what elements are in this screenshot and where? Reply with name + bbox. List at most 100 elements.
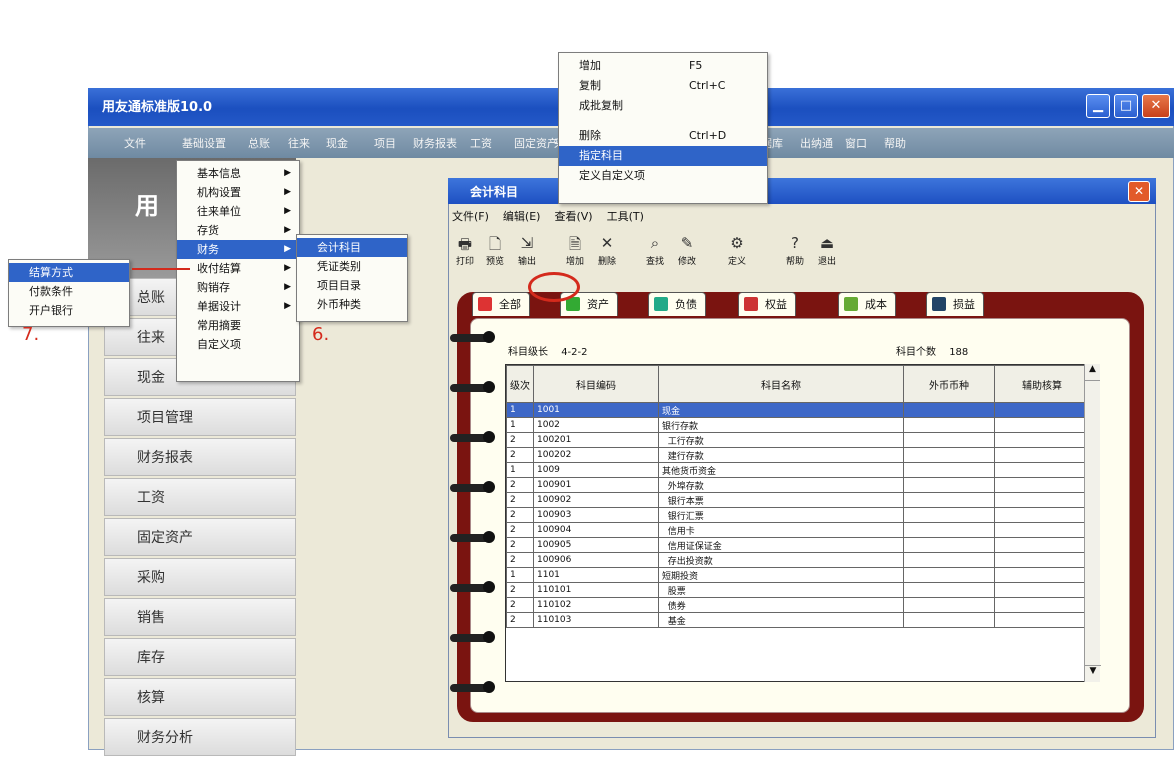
nav-item-7[interactable]: 采购	[104, 558, 296, 596]
settlement-item-2[interactable]: 开户银行	[9, 301, 129, 320]
table-row[interactable]: 2 110102 债券	[506, 597, 1090, 613]
accounts-menu-2[interactable]: 查看(V)	[554, 210, 592, 223]
basic-settings-item-2[interactable]: 往来单位 ▶	[177, 202, 299, 221]
accounts-grid[interactable]: 级次 科目编码 科目名称 外币币种 辅助核算 1 1001 现金 1 1002 银行存款 2 1002…	[505, 364, 1100, 682]
menu-17[interactable]: 帮助	[884, 135, 906, 151]
table-row[interactable]: 1 1001 现金	[506, 402, 1090, 418]
tab-5[interactable]: 损益	[926, 292, 984, 316]
accounts-title-bar	[448, 178, 1156, 204]
menu-0[interactable]: 文件	[124, 135, 146, 151]
column-header[interactable]: 科目编码	[533, 365, 659, 403]
table-row[interactable]: 2 100904 信用卡	[506, 522, 1090, 538]
toolbar-help-button[interactable]: ? 帮助	[780, 234, 810, 274]
tab-3[interactable]: 权益	[738, 292, 796, 316]
nav-item-6[interactable]: 固定资产	[104, 518, 296, 556]
accounts-menu-1[interactable]: 编辑(E)	[503, 210, 541, 223]
cell-code: 100901	[533, 477, 659, 493]
basic-settings-item-3[interactable]: 存货 ▶	[177, 221, 299, 240]
cell-name: 债券	[658, 597, 904, 613]
toolbar-exit-button[interactable]: ⏏ 退出	[812, 234, 842, 274]
settlement-item-1[interactable]: 付款条件	[9, 282, 129, 301]
basic-settings-item-9[interactable]: 自定义项	[177, 335, 299, 354]
table-row[interactable]: 2 100901 外埠存款	[506, 477, 1090, 493]
edit-item-5[interactable]: 定义自定义项	[559, 166, 767, 186]
table-row[interactable]: 2 110101 股票	[506, 582, 1090, 598]
toolbar-delete-button[interactable]: ✕ 删除	[592, 234, 622, 274]
minimize-button[interactable]: ▁	[1086, 94, 1110, 118]
basic-settings-item-1[interactable]: 机构设置 ▶	[177, 183, 299, 202]
cell-code: 100905	[533, 537, 659, 553]
table-row[interactable]: 2 110103 基金	[506, 612, 1090, 628]
tab-0[interactable]: 全部	[472, 292, 530, 316]
edit-item-4[interactable]: 指定科目	[559, 146, 767, 166]
nav-item-8[interactable]: 销售	[104, 598, 296, 636]
toolbar-find-button[interactable]: ⌕ 查找	[640, 234, 670, 274]
finance-item-0[interactable]: 会计科目	[297, 238, 407, 257]
nav-item-11[interactable]: 财务分析	[104, 718, 296, 756]
grid-scrollbar[interactable]: ▲ ▼	[1084, 364, 1101, 682]
nav-item-10[interactable]: 核算	[104, 678, 296, 716]
basic-settings-item-0[interactable]: 基本信息 ▶	[177, 164, 299, 183]
toolbar-export-button[interactable]: ⇲ 输出	[512, 234, 542, 274]
binder-ring	[450, 331, 495, 343]
cell-code: 100201	[533, 432, 659, 448]
cell-currency	[903, 612, 995, 628]
menu-5[interactable]: 项目	[374, 135, 396, 151]
edit-item-0[interactable]: 增加 F5	[559, 56, 767, 76]
scroll-up-icon[interactable]: ▲	[1085, 364, 1100, 381]
column-header[interactable]: 辅助核算	[994, 365, 1090, 403]
nav-item-4[interactable]: 财务报表	[104, 438, 296, 476]
edit-item-3[interactable]: 删除 Ctrl+D	[559, 126, 767, 146]
menu-7[interactable]: 工资	[470, 135, 492, 151]
toolbar-edit-button[interactable]: ✎ 修改	[672, 234, 702, 274]
menu-2[interactable]: 总账	[248, 135, 270, 151]
toolbar-label: 帮助	[785, 257, 804, 267]
maximize-button[interactable]: □	[1114, 94, 1138, 118]
table-row[interactable]: 1 1002 银行存款	[506, 417, 1090, 433]
basic-settings-item-7[interactable]: 单据设计 ▶	[177, 297, 299, 316]
basic-settings-item-6[interactable]: 购销存 ▶	[177, 278, 299, 297]
table-row[interactable]: 2 100201 工行存款	[506, 432, 1090, 448]
accounts-close-button[interactable]: ✕	[1128, 181, 1150, 202]
column-header[interactable]: 外币币种	[903, 365, 995, 403]
menu-1[interactable]: 基础设置	[182, 135, 226, 151]
table-row[interactable]: 1 1101 短期投资	[506, 567, 1090, 583]
finance-item-1[interactable]: 凭证类别	[297, 257, 407, 276]
toolbar-add-button[interactable]: 🗎 增加	[560, 234, 590, 274]
toolbar-print-button[interactable]: 🖶 打印	[450, 234, 480, 274]
table-row[interactable]: 2 100906 存出投资款	[506, 552, 1090, 568]
nav-item-5[interactable]: 工资	[104, 478, 296, 516]
table-row[interactable]: 1 1009 其他货币资金	[506, 462, 1090, 478]
edit-item-2[interactable]: 成批复制	[559, 96, 767, 116]
menu-4[interactable]: 现金	[326, 135, 348, 151]
tab-2[interactable]: 负债	[648, 292, 706, 316]
table-row[interactable]: 2 100903 银行汇票	[506, 507, 1090, 523]
accounts-menu-0[interactable]: 文件(F)	[452, 210, 489, 223]
menu-3[interactable]: 往来	[288, 135, 310, 151]
basic-settings-item-5[interactable]: 收付结算 ▶	[177, 259, 299, 278]
scroll-down-icon[interactable]: ▼	[1085, 665, 1101, 682]
menu-8[interactable]: 固定资产	[514, 135, 558, 151]
column-header[interactable]: 级次	[506, 365, 534, 403]
column-header[interactable]: 科目名称	[658, 365, 904, 403]
nav-item-3[interactable]: 项目管理	[104, 398, 296, 436]
close-button[interactable]: ✕	[1142, 94, 1170, 118]
accounts-menu-3[interactable]: 工具(T)	[607, 210, 644, 223]
finance-item-2[interactable]: 项目目录	[297, 276, 407, 295]
table-row[interactable]: 2 100905 信用证保证金	[506, 537, 1090, 553]
menu-6[interactable]: 财务报表	[413, 135, 457, 151]
basic-settings-item-8[interactable]: 常用摘要	[177, 316, 299, 335]
settlement-item-0[interactable]: 结算方式	[9, 263, 129, 282]
table-row[interactable]: 2 100902 银行本票	[506, 492, 1090, 508]
finance-item-3[interactable]: 外币种类	[297, 295, 407, 314]
menu-16[interactable]: 窗口	[845, 135, 867, 151]
tab-4[interactable]: 成本	[838, 292, 896, 316]
toolbar-define-button[interactable]: ⚙ 定义	[722, 234, 752, 274]
basic-settings-item-4[interactable]: 财务 ▶	[177, 240, 299, 259]
menu-15[interactable]: 出纳通	[800, 135, 833, 151]
edit-item-1[interactable]: 复制 Ctrl+C	[559, 76, 767, 96]
table-row[interactable]: 2 100202 建行存款	[506, 447, 1090, 463]
nav-item-9[interactable]: 库存	[104, 638, 296, 676]
toolbar-preview-button[interactable]: 🗋 预览	[480, 234, 510, 274]
binder-ring	[450, 681, 495, 693]
